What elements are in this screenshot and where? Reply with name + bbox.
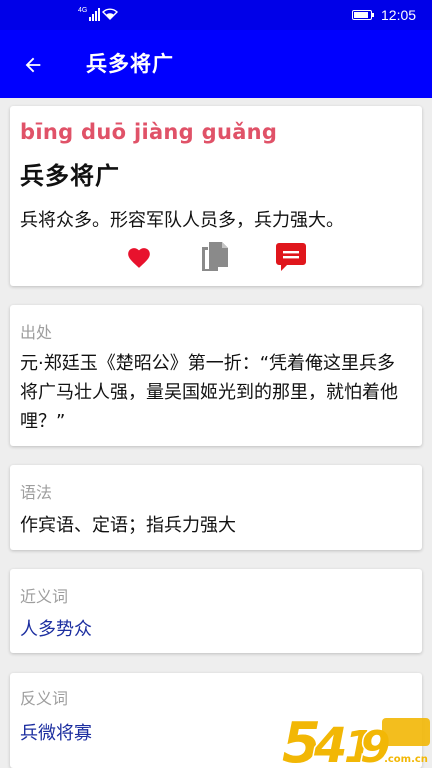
source-card: 出处 元·郑廷玉《楚昭公》第一折：“凭着俺这里兵多将广马壮人强，量吴国姬光到的那… bbox=[10, 305, 422, 446]
signal-icon: 4G bbox=[78, 7, 101, 21]
arrow-left-icon bbox=[25, 57, 41, 73]
back-button[interactable] bbox=[16, 48, 50, 82]
idiom-word: 兵多将广 bbox=[20, 162, 120, 190]
synonyms-label: 近义词 bbox=[20, 587, 69, 606]
page-title: 兵多将广 bbox=[86, 52, 174, 76]
synonyms-card: 近义词 人多势众 bbox=[10, 569, 422, 653]
comment-icon bbox=[276, 243, 306, 271]
synonym-link[interactable]: 人多势众 bbox=[20, 615, 412, 644]
grammar-text: 作宾语、定语；指兵力强大 bbox=[20, 515, 236, 536]
app-bar: 兵多将广 bbox=[0, 30, 432, 98]
heart-icon bbox=[128, 248, 150, 268]
favorite-button[interactable] bbox=[122, 240, 156, 274]
entry-card: bīng duō jiàng guǎng 兵多将广 兵将众多。形容军队人员多，兵… bbox=[10, 106, 422, 286]
battery-icon bbox=[352, 10, 374, 20]
watermark-logo: 5 4 1 9 .com.cn bbox=[282, 710, 430, 768]
copy-icon bbox=[202, 242, 228, 271]
grammar-card: 语法 作宾语、定语；指兵力强大 bbox=[10, 465, 422, 550]
pinyin-text: bīng duō jiàng guǎng bbox=[20, 120, 278, 144]
status-time: 12:05 bbox=[381, 7, 417, 23]
wifi-icon bbox=[102, 8, 118, 20]
source-label: 出处 bbox=[20, 323, 53, 342]
source-text: 元·郑廷玉《楚昭公》第一折：“凭着俺这里兵多将广马壮人强，量吴国姬光到的那里，就… bbox=[20, 353, 398, 432]
copy-button[interactable] bbox=[198, 240, 232, 274]
comment-button[interactable] bbox=[274, 240, 308, 274]
svg-text:4: 4 bbox=[313, 718, 347, 768]
idiom-meaning: 兵将众多。形容军队人员多，兵力强大。 bbox=[20, 210, 344, 231]
status-bar: 4G 12:05 bbox=[0, 0, 432, 30]
grammar-label: 语法 bbox=[20, 483, 53, 502]
svg-text:.com.cn: .com.cn bbox=[384, 754, 428, 765]
antonyms-label: 反义词 bbox=[20, 689, 69, 708]
network-type: 4G bbox=[78, 7, 88, 14]
